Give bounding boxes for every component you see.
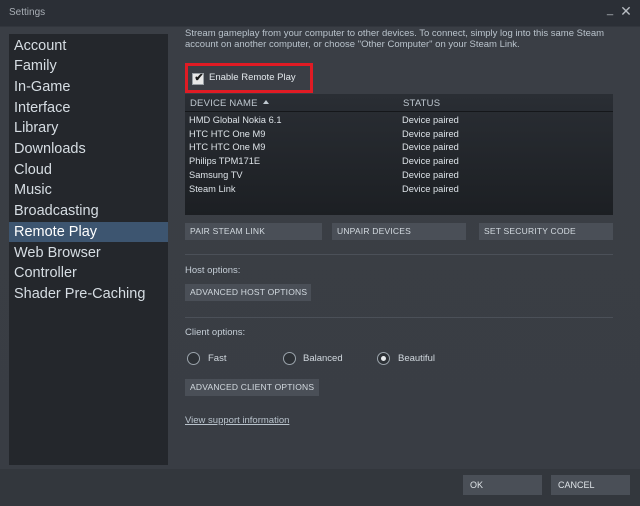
column-header-device-name-label: DEVICE NAME bbox=[190, 98, 258, 109]
view-support-information-link[interactable]: View support information bbox=[185, 415, 289, 426]
device-status: Device paired bbox=[402, 184, 459, 194]
column-header-device-name[interactable]: DEVICE NAME bbox=[190, 98, 269, 109]
radio-fast-label[interactable]: Fast bbox=[208, 353, 226, 364]
dialog-footer bbox=[0, 469, 640, 506]
window-title: Settings bbox=[9, 7, 46, 18]
unpair-devices-button[interactable]: UNPAIR DEVICES bbox=[332, 223, 466, 240]
ok-button[interactable]: OK bbox=[463, 475, 542, 495]
checkmark-icon: ✔ bbox=[194, 72, 204, 84]
sidebar-item-broadcasting[interactable]: Broadcasting bbox=[9, 201, 168, 221]
sidebar-item-downloads[interactable]: Downloads bbox=[9, 139, 168, 159]
device-status: Device paired bbox=[402, 129, 459, 139]
radio-balanced[interactable] bbox=[283, 352, 296, 365]
sidebar-item-library[interactable]: Library bbox=[9, 118, 168, 138]
radio-beautiful-label[interactable]: Beautiful bbox=[398, 353, 435, 364]
set-security-code-button[interactable]: SET SECURITY CODE bbox=[479, 223, 613, 240]
device-table: DEVICE NAME STATUS HMD Global Nokia 6.1 … bbox=[185, 94, 613, 215]
device-status: Device paired bbox=[402, 170, 459, 180]
device-name[interactable]: HTC HTC One M9 bbox=[189, 129, 265, 139]
advanced-host-options-button[interactable]: ADVANCED HOST OPTIONS bbox=[185, 284, 311, 301]
enable-remote-play-label[interactable]: Enable Remote Play bbox=[209, 72, 296, 83]
remote-play-panel: Stream gameplay from your computer to ot… bbox=[185, 28, 615, 468]
radio-beautiful[interactable] bbox=[377, 352, 390, 365]
sidebar-item-account[interactable]: Account bbox=[9, 36, 168, 56]
settings-window: Settings _ ✕ Account Family In-Game Inte… bbox=[0, 0, 640, 506]
sidebar-item-shader-pre-caching[interactable]: Shader Pre-Caching bbox=[9, 284, 168, 304]
device-name[interactable]: Samsung TV bbox=[189, 170, 243, 180]
sidebar-item-family[interactable]: Family bbox=[9, 56, 168, 76]
sidebar-item-in-game[interactable]: In-Game bbox=[9, 77, 168, 97]
enable-remote-play-highlight[interactable]: ✔ Enable Remote Play bbox=[185, 63, 313, 93]
close-icon[interactable]: ✕ bbox=[619, 3, 633, 19]
device-status: Device paired bbox=[402, 115, 459, 125]
section-divider bbox=[185, 317, 613, 318]
device-status: Device paired bbox=[402, 156, 459, 166]
remote-play-description: Stream gameplay from your computer to ot… bbox=[185, 28, 605, 50]
column-header-status[interactable]: STATUS bbox=[403, 98, 440, 109]
radio-balanced-label[interactable]: Balanced bbox=[303, 353, 343, 364]
minimize-icon[interactable]: _ bbox=[604, 4, 616, 18]
sidebar-item-web-browser[interactable]: Web Browser bbox=[9, 243, 168, 263]
table-header-divider bbox=[185, 111, 613, 112]
section-divider bbox=[185, 254, 613, 255]
sort-ascending-icon bbox=[262, 100, 269, 104]
client-options-label: Client options: bbox=[185, 327, 246, 338]
device-status: Device paired bbox=[402, 142, 459, 152]
sidebar-item-remote-play[interactable]: Remote Play bbox=[9, 222, 168, 242]
radio-selected-dot bbox=[381, 356, 386, 361]
radio-fast[interactable] bbox=[187, 352, 200, 365]
device-name[interactable]: HTC HTC One M9 bbox=[189, 142, 265, 152]
device-name[interactable]: Steam Link bbox=[189, 184, 236, 194]
cancel-button[interactable]: CANCEL bbox=[551, 475, 630, 495]
enable-remote-play-checkbox[interactable]: ✔ bbox=[192, 72, 204, 85]
host-options-label: Host options: bbox=[185, 265, 241, 276]
device-name[interactable]: HMD Global Nokia 6.1 bbox=[189, 115, 282, 125]
title-bar[interactable]: Settings _ ✕ bbox=[0, 0, 640, 26]
sidebar-item-music[interactable]: Music bbox=[9, 180, 168, 200]
sidebar: Account Family In-Game Interface Library… bbox=[9, 34, 168, 465]
device-name[interactable]: Philips TPM171E bbox=[189, 156, 260, 166]
sidebar-item-cloud[interactable]: Cloud bbox=[9, 160, 168, 180]
sidebar-item-interface[interactable]: Interface bbox=[9, 98, 168, 118]
pair-steam-link-button[interactable]: PAIR STEAM LINK bbox=[185, 223, 322, 240]
advanced-client-options-button[interactable]: ADVANCED CLIENT OPTIONS bbox=[185, 379, 319, 396]
sidebar-item-controller[interactable]: Controller bbox=[9, 263, 168, 283]
